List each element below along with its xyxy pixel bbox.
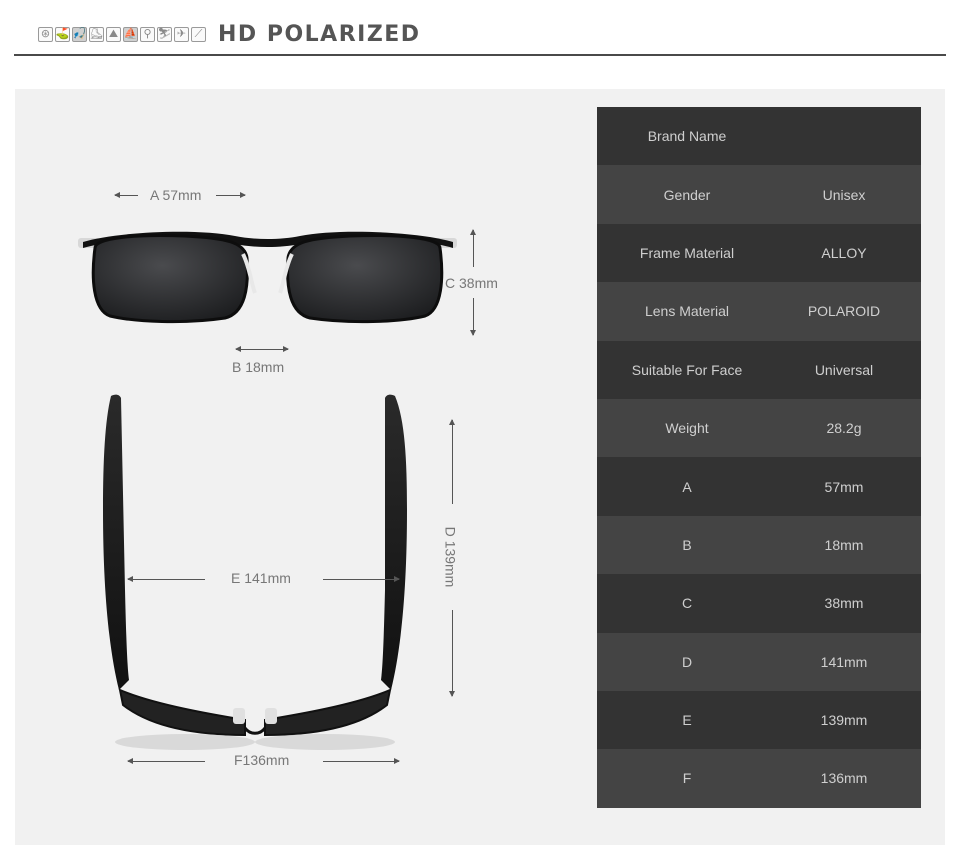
header-divider — [14, 54, 946, 56]
spec-label: D — [681, 653, 693, 670]
spec-row: B 18mm — [597, 515, 921, 575]
spec-row: C 38mm — [597, 574, 921, 633]
spec-value: ALLOY — [821, 244, 867, 261]
spec-row: F 136mm — [597, 749, 921, 808]
spec-label: Frame Material — [639, 244, 735, 261]
spec-table: Brand Name Gender Unisex Frame Material ALLO… — [597, 107, 921, 808]
steering-wheel-icon: ⊛ — [38, 26, 53, 42]
spec-row: E 139mm — [597, 690, 921, 750]
spec-label: C — [681, 595, 693, 612]
dimension-f-label: F136mm — [234, 752, 290, 768]
dimension-e-label: E 141mm — [231, 570, 291, 586]
spec-label: Suitable For Face — [631, 361, 743, 378]
dimension-d-arrow-bottom — [449, 610, 455, 697]
dimension-a-arrow-left — [114, 192, 138, 198]
dimension-c-label: C 38mm — [445, 275, 498, 291]
spec-value: Universal — [814, 361, 874, 378]
spec-row: Weight 28.2g — [597, 398, 921, 458]
spec-label: B — [682, 536, 692, 553]
dimension-c-arrow-bottom — [470, 298, 476, 336]
spec-label: Lens Material — [644, 303, 730, 320]
front-view-sunglasses — [78, 231, 457, 324]
boating-icon: ⛵ — [123, 26, 138, 42]
spec-row: Lens Material POLAROID — [597, 282, 921, 341]
sport-icons: ⊛ ⛳ 🎣 ⛸ ⛰ ⛵ ⚲ ⛷ ✈ ⟋ — [38, 26, 206, 42]
dimension-e-arrow-left — [127, 576, 205, 582]
spec-row: Gender Unisex — [597, 165, 921, 224]
header: ⊛ ⛳ 🎣 ⛸ ⛰ ⛵ ⚲ ⛷ ✈ ⟋ HD POLARIZED — [38, 20, 421, 48]
page-title: HD POLARIZED — [218, 21, 421, 47]
spec-label: Brand Name — [647, 128, 727, 145]
spec-row: Suitable For Face Universal — [597, 340, 921, 399]
spec-row: A 57mm — [597, 457, 921, 516]
dimension-a-label: A 57mm — [150, 187, 202, 203]
dimension-f-arrow-left — [127, 758, 205, 764]
dimension-b-arrow — [235, 346, 289, 352]
dimension-c-arrow-top — [470, 229, 476, 267]
dimension-e-arrow-right — [323, 576, 400, 582]
dimension-d-arrow-top — [449, 419, 455, 504]
spec-value: POLAROID — [807, 303, 881, 320]
running-icon: ✈ — [174, 26, 189, 42]
fishing-icon: 🎣 — [72, 26, 87, 42]
spec-label: E — [682, 712, 692, 729]
spec-value: Unisex — [822, 186, 866, 203]
spec-value: 136mm — [820, 770, 868, 787]
spec-value: 57mm — [824, 478, 864, 495]
spec-label: Gender — [663, 186, 711, 203]
cycling-icon: ⚲ — [140, 26, 155, 42]
dimension-d-label: D 139mm — [442, 526, 459, 588]
dimension-b-label: B 18mm — [232, 359, 285, 375]
spec-label: F — [682, 770, 692, 787]
spec-value: 18mm — [824, 536, 864, 553]
snowboard-icon: ⟋ — [191, 26, 206, 42]
spec-value: 38mm — [824, 595, 864, 612]
skiing-icon: ⛷ — [157, 26, 172, 42]
spec-value: 139mm — [820, 712, 868, 729]
spec-value: 28.2g — [826, 420, 862, 437]
spec-row: Frame Material ALLOY — [597, 223, 921, 283]
golf-icon: ⛳ — [55, 26, 70, 42]
spec-label: Weight — [665, 420, 709, 437]
spec-label: A — [682, 478, 692, 495]
dimension-a-arrow-right — [216, 192, 246, 198]
spec-row: Brand Name — [597, 107, 921, 166]
spec-value: 141mm — [820, 653, 868, 670]
dimension-f-arrow-right — [323, 758, 400, 764]
skating-icon: ⛸ — [89, 26, 104, 42]
spec-row: D 141mm — [597, 632, 921, 691]
climbing-icon: ⛰ — [106, 26, 121, 42]
